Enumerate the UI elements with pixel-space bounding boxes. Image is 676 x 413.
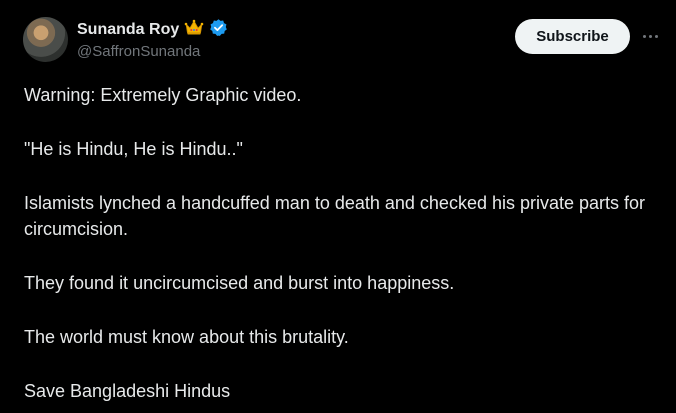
post-paragraph-reaction: They found it uncircumcised and burst in…	[24, 273, 455, 293]
author-display-name[interactable]: Sunanda Roy	[77, 21, 179, 39]
author-handle[interactable]: @SaffronSunanda	[77, 43, 200, 60]
post-paragraph-hashtag-line: Save Bangladeshi Hindus	[24, 381, 231, 401]
author-name-row: Sunanda Roy	[77, 18, 228, 42]
more-dot	[642, 34, 646, 38]
more-dot	[654, 34, 658, 38]
more-dot	[648, 34, 652, 38]
crown-icon	[184, 19, 204, 41]
post-paragraph-warning: Warning: Extremely Graphic video.	[24, 85, 302, 105]
post: Sunanda Roy @SaffronSunanda Subscribe Wa…	[0, 0, 676, 413]
more-options-icon[interactable]	[638, 26, 662, 46]
avatar[interactable]	[23, 17, 68, 62]
post-text: Warning: Extremely Graphic video. "He is…	[24, 82, 654, 404]
subscribe-button[interactable]: Subscribe	[515, 19, 630, 54]
post-paragraph-incident: Islamists lynched a handcuffed man to de…	[24, 193, 646, 239]
post-paragraph-quote: "He is Hindu, He is Hindu.."	[24, 139, 243, 159]
post-paragraph-appeal: The world must know about this brutality…	[24, 327, 349, 347]
verified-badge-icon	[209, 18, 228, 42]
